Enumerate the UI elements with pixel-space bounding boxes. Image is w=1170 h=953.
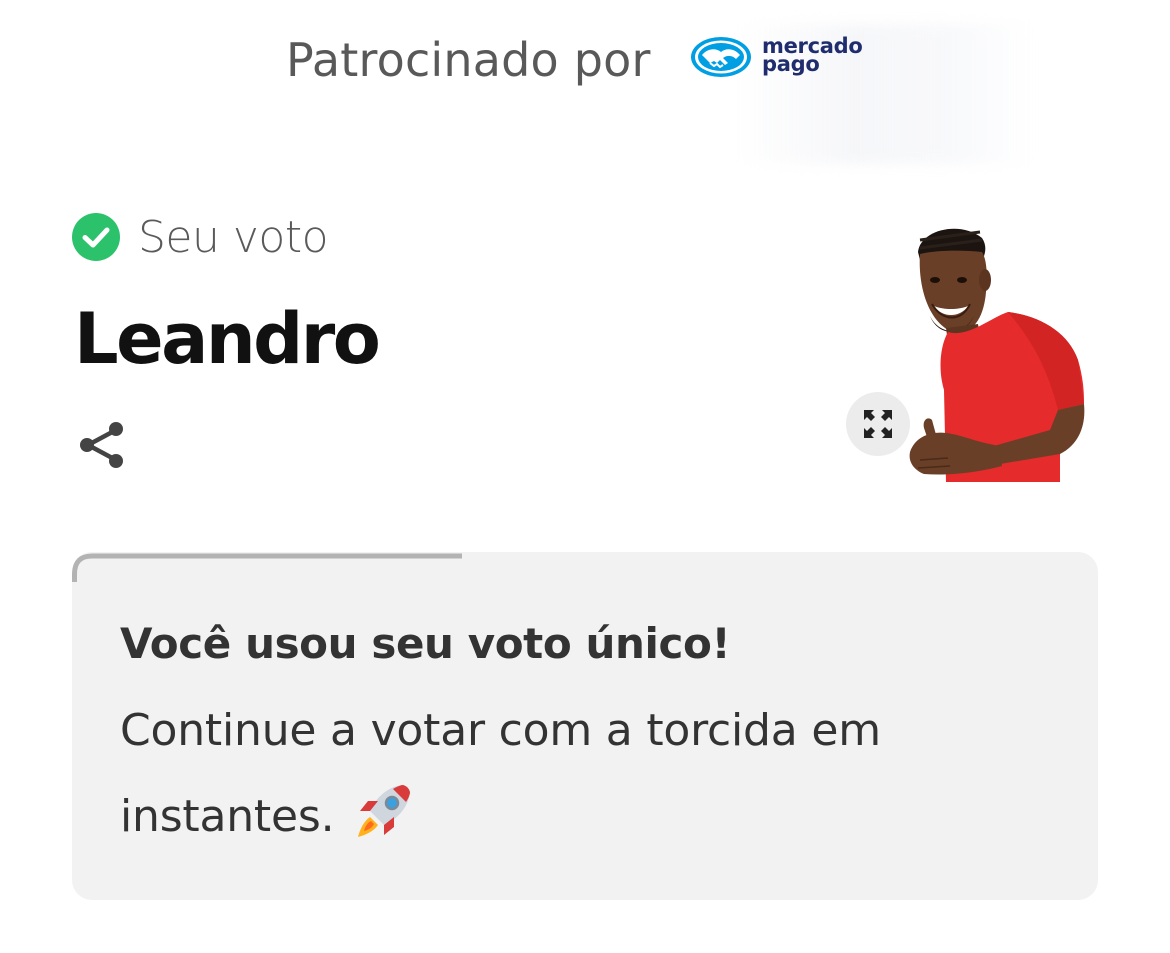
card-title: Você usou seu voto único! [120, 619, 731, 668]
mercado-pago-logo[interactable]: mercado pago [690, 34, 870, 82]
expand-photo-button[interactable] [846, 392, 910, 456]
rocket-icon [358, 785, 411, 837]
card-body-text: Continue a votar com a torcida em instan… [120, 705, 881, 842]
share-icon[interactable] [76, 418, 130, 472]
candidate-photo [890, 220, 1100, 482]
vote-status-label: Seu voto [138, 211, 329, 263]
check-circle-icon [72, 213, 120, 261]
expand-icon [864, 410, 892, 438]
vote-message-card: Você usou seu voto único! Continue a vot… [72, 552, 1098, 900]
sponsor-label: Patrocinado por [286, 33, 651, 87]
vote-status: Seu voto [72, 211, 329, 263]
card-progress-indicator [72, 553, 462, 582]
brand-word-2: pago [762, 52, 820, 76]
candidate-name: Leandro [74, 298, 381, 380]
card-body: Continue a votar com a torcida em instan… [120, 688, 980, 860]
candidate-illustration [909, 228, 1085, 482]
sponsor-bar: Patrocinado por mercado pago [0, 24, 1170, 164]
handshake-logo-icon [691, 37, 751, 77]
